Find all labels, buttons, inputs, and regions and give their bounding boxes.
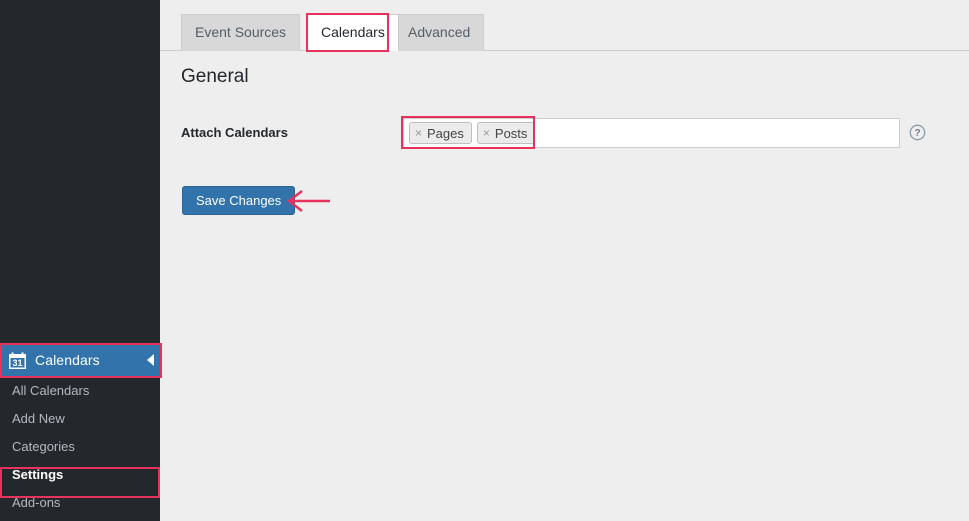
sidebar-item-calendars-label: Calendars [35,352,100,368]
settings-tab-bar: Event Sources Calendars Advanced [160,0,969,52]
attach-calendars-input[interactable]: × Pages × Posts [403,118,900,148]
admin-sidebar: 31 Calendars All Calendars Add New Categ… [0,0,160,521]
close-icon[interactable]: × [415,127,422,139]
token-posts[interactable]: × Posts [476,122,536,144]
sidebar-item-add-new-label: Add New [12,411,65,426]
sidebar-item-calendars[interactable]: 31 Calendars [0,343,160,377]
close-icon[interactable]: × [483,127,490,139]
tab-advanced-label: Advanced [408,24,471,40]
sidebar-item-categories[interactable]: Categories [0,433,160,461]
calendar-31-icon: 31 [9,352,26,369]
tab-event-sources-label: Event Sources [195,24,287,40]
sidebar-item-add-ons[interactable]: Add-ons [0,489,160,517]
sidebar-item-settings[interactable]: Settings [0,461,160,489]
chevron-left-icon[interactable] [147,354,154,366]
question-mark-circle-icon[interactable]: ? [909,124,926,141]
sidebar-item-all-calendars[interactable]: All Calendars [0,377,160,405]
token-pages-label: Pages [427,125,464,141]
sidebar-item-all-calendars-label: All Calendars [12,383,90,398]
attach-calendars-label: Attach Calendars [181,125,288,140]
tab-calendars-label: Calendars [321,24,385,40]
token-pages[interactable]: × Pages [409,122,472,144]
page-title: General [181,66,249,87]
save-changes-button[interactable]: Save Changes [182,186,296,215]
sidebar-item-add-new[interactable]: Add New [0,405,160,433]
svg-text:?: ? [914,128,920,139]
svg-text:31: 31 [12,358,22,368]
arrow-left-annotation [285,190,331,212]
token-posts-label: Posts [494,125,528,141]
tab-event-sources[interactable]: Event Sources [181,14,301,51]
settings-content: Event Sources Calendars Advanced General… [160,0,969,521]
sidebar-item-add-ons-label: Add-ons [12,495,61,510]
tab-calendars[interactable]: Calendars [307,14,399,51]
sidebar-empty-space [0,0,160,343]
sidebar-item-categories-label: Categories [12,439,75,454]
sidebar-item-settings-label: Settings [12,467,64,482]
tab-advanced[interactable]: Advanced [394,14,485,51]
